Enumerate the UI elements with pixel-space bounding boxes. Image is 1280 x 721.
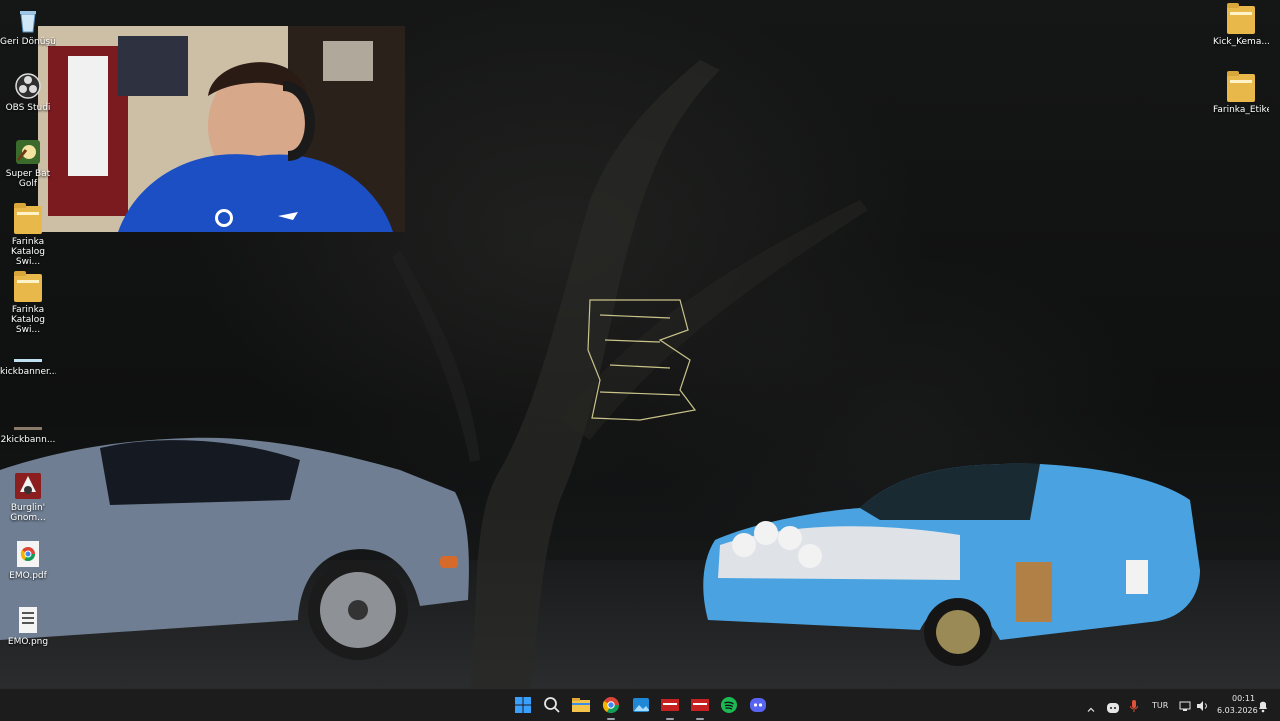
image-icon	[14, 424, 42, 432]
folder-icon	[1227, 71, 1255, 102]
file-explorer-icon[interactable]	[569, 693, 593, 717]
tree-branch-left	[392, 250, 480, 462]
app-red-1-icon[interactable]	[658, 693, 682, 720]
desktop-icon-super-bat-golf[interactable]: Super Bat Golf	[0, 138, 56, 189]
desktop-icon-label: Farinka Katalog Swi...	[10, 237, 46, 267]
folder-icon	[1227, 3, 1255, 34]
language-indicator[interactable]: TUR	[1152, 701, 1168, 710]
tree-trunk	[470, 60, 720, 688]
spotify-icon[interactable]	[717, 693, 741, 717]
folder-icon	[14, 271, 42, 302]
discord-icon[interactable]	[746, 693, 770, 717]
windows-start-icon[interactable]	[511, 693, 535, 717]
desktop-icon-label: Burglin' Gnom...	[10, 503, 46, 523]
chrome-icon	[14, 540, 42, 568]
supra-car	[0, 437, 469, 660]
desktop-icon-label: Farinka_Etiket	[1213, 105, 1269, 115]
obs-icon	[14, 72, 42, 100]
desktop-icon-label: kickbanner...	[0, 367, 56, 377]
desktop-icon-label: EMO.pdf	[9, 571, 47, 581]
desktop-icon-emo-pdf[interactable]: EMO.pdf	[0, 540, 56, 581]
desktop-icon-label: Farinka Katalog Swi...	[10, 305, 46, 335]
chevron-up-icon[interactable]	[1086, 700, 1096, 712]
desktop-icon-folder-farinka-2[interactable]: Farinka Katalog Swi...	[0, 271, 56, 335]
desktop-icon-kick-kema[interactable]: Kick_Kema...	[1213, 3, 1269, 47]
desktop-icon-kickbanner[interactable]: kickbanner...	[0, 356, 56, 377]
chrome-icon[interactable]	[599, 693, 623, 720]
desktop-icon-label: Kick_Kema...	[1213, 37, 1269, 47]
app-red-2-icon[interactable]	[688, 693, 712, 720]
desktop-icon-recycle-bin[interactable]: Geri Dönüşü...	[0, 6, 56, 47]
folder-icon	[14, 203, 42, 234]
clock-time[interactable]: 00:11	[1232, 694, 1255, 703]
desktop-icon-label: OBS Studi	[5, 103, 51, 113]
notification-bell-icon[interactable]	[1257, 698, 1269, 713]
game-icon	[14, 138, 42, 166]
photos-icon[interactable]	[629, 693, 653, 717]
microphone-icon[interactable]	[1129, 698, 1139, 712]
image-icon	[14, 356, 42, 364]
game-icon	[14, 472, 42, 500]
bmw-e30-car	[703, 463, 1200, 666]
desktop-icon-label: 2kickbann...	[0, 435, 56, 445]
volume-icon[interactable]	[1195, 698, 1209, 712]
search-icon[interactable]	[540, 693, 564, 717]
clock-date[interactable]: 6.03.2026	[1217, 706, 1258, 715]
desktop-icon-farinka-etiket[interactable]: Farinka_Etiket	[1213, 71, 1269, 115]
desktop-icon-2kickbanner[interactable]: 2kickbann...	[0, 424, 56, 445]
taskbar: TUR 00:11 6.03.2026	[0, 688, 1280, 721]
desktop-icon-label: Super Bat Golf	[5, 169, 51, 189]
network-icon[interactable]	[1178, 698, 1192, 712]
desktop-icon-folder-farinka-1[interactable]: Farinka Katalog Swi...	[0, 203, 56, 267]
desktop-icon-emo-png[interactable]: EMO.png	[0, 606, 56, 647]
webcam-overlay	[38, 26, 405, 232]
recycle-bin-icon	[14, 6, 42, 34]
desktop-icon-label: Geri Dönüşü...	[0, 37, 56, 47]
desktop-icon-burglin-gnomes[interactable]: Burglin' Gnom...	[0, 472, 56, 523]
image-file-icon	[14, 606, 42, 634]
discord-tray-icon[interactable]	[1106, 699, 1120, 713]
desktop-icon-label: EMO.png	[7, 637, 49, 647]
webcam-scene	[38, 26, 405, 232]
desktop-icon-obs[interactable]: OBS Studi	[0, 72, 56, 113]
